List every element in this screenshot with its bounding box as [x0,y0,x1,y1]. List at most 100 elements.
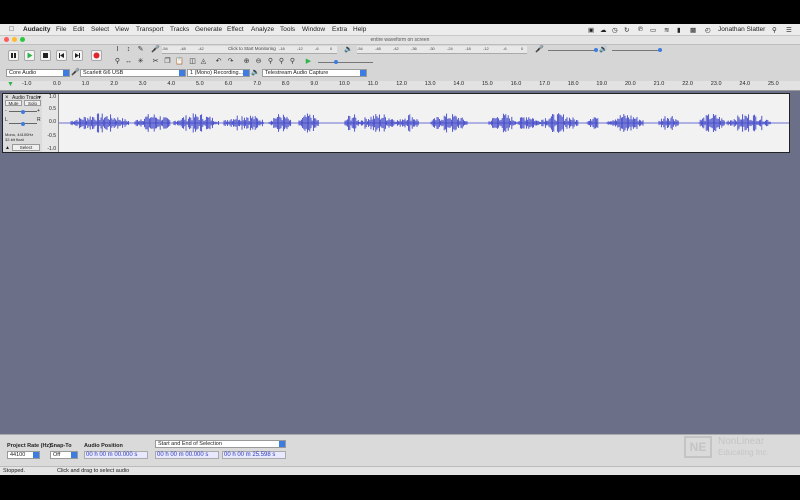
scale-label: 0.5 [49,106,56,112]
recording-channels-select[interactable]: 1 (Mono) Recording... [187,69,250,77]
menu-list-icon[interactable]: ☰ [786,26,792,34]
mute-button[interactable]: Mute [5,100,22,106]
gain-slider[interactable] [9,109,37,114]
time-shift-tool-icon[interactable]: ↔ [124,57,133,66]
play-tick: -18 [465,46,471,51]
menu-tracks[interactable]: Tracks [170,26,189,33]
menu-view[interactable]: View [115,26,129,33]
menu-help[interactable]: Help [353,26,366,33]
apple-icon[interactable]:  [9,26,14,33]
audio-position-label: Audio Position [84,443,123,449]
gain-thumb[interactable] [21,109,25,114]
vertical-scale[interactable]: 1.0 0.5 0.0 -0.5 -1.0 [42,94,59,152]
skip-to-start-button[interactable] [56,50,67,61]
record-meter[interactable]: -54 -48 -42 Click to Start Monitoring -1… [162,46,337,54]
chevron-down-icon [63,70,69,76]
ruler-tick-label: 8.0 [281,81,290,87]
menu-generate[interactable]: Generate [195,26,222,33]
pan-slider[interactable] [9,121,37,126]
play-speed-slider[interactable] [318,60,373,64]
user-name[interactable]: Jonathan Slatter [718,26,765,33]
zoom-in-icon[interactable]: ⊕ [242,57,251,66]
pan-thumb[interactable] [21,121,25,126]
fit-project-icon[interactable]: ⚲ [277,57,286,66]
selection-mode-select[interactable]: Start and End of Selection [155,440,286,448]
wifi-icon[interactable]: ≋ [664,26,669,34]
waveform-display[interactable] [59,94,789,152]
copy-icon[interactable]: ❐ [163,57,172,66]
zoom-toggle-icon[interactable]: ⚲ [288,57,297,66]
cloud-icon[interactable]: ☁ [600,26,607,34]
play-button[interactable] [24,50,35,61]
sync-icon[interactable]: ↻ [624,26,629,34]
cut-icon[interactable]: ✂ [151,57,160,66]
menu-select[interactable]: Select [91,26,109,33]
selection-start-field[interactable]: 00 h 00 m 00.000 s [155,451,219,459]
audio-position-field[interactable]: 00 h 00 m 00.000 s [84,451,148,459]
zoom-tool-icon[interactable]: ⚲ [113,57,122,66]
menu-app-name[interactable]: Audacity [23,26,50,33]
ruler-tick-label: 9.0 [310,81,319,87]
playback-device-value: Telestream Audio Capture [265,70,329,76]
playback-device-select[interactable]: Telestream Audio Capture [262,69,367,77]
trim-icon[interactable]: ◫ [188,57,197,66]
menu-edit[interactable]: Edit [73,26,84,33]
pause-button[interactable] [8,50,19,61]
play-at-speed-icon[interactable]: ▶ [304,57,313,66]
monitor-label[interactable]: Click to Start Monitoring [228,46,276,51]
menu-tools[interactable]: Tools [280,26,295,33]
input-volume-slider[interactable] [548,48,598,52]
recording-device-select[interactable]: Scarlett 6i6 USB [80,69,186,77]
silence-icon[interactable]: ◬ [199,57,208,66]
clock-icon[interactable]: ◷ [612,26,618,34]
project-rate-select[interactable]: 44100 [7,451,40,459]
draw-tool-icon[interactable]: ✎ [136,45,145,54]
menu-file[interactable]: File [56,26,66,33]
skip-to-end-button[interactable] [72,50,83,61]
playback-meter[interactable]: -54 -48 -42 -36 -30 -24 -18 -12 -6 0 [357,46,527,54]
menu-window[interactable]: Window [302,26,325,33]
play-tick: -6 [503,46,507,51]
display-icon[interactable]: ▩ [690,26,696,34]
output-volume-thumb[interactable] [658,48,662,52]
audio-host-select[interactable]: Core Audio [6,69,70,77]
battery-icon[interactable]: ▮ [677,26,681,34]
timeline-options-icon[interactable]: ▼ [7,81,14,88]
audio-track[interactable]: × Audio Track ▼ Mute Solo - + L R Mono, … [2,93,790,153]
selection-tool-icon[interactable]: I [113,45,122,54]
collapse-track-icon[interactable]: ▲ [5,145,10,151]
undo-icon[interactable]: ↶ [214,57,223,66]
clock-menu-icon[interactable]: ◴ [705,26,711,34]
timeline-ruler[interactable]: ▼ -1.0 0.0 1.0 2.0 3.0 4.0 5.0 6.0 7.0 8.0 9.0 10.0… [0,81,800,91]
spotlight-icon[interactable]: ⚲ [772,26,777,34]
redo-icon[interactable]: ↷ [226,57,235,66]
ruler-tick-label: 3.0 [138,81,147,87]
record-button[interactable] [91,50,102,61]
envelope-tool-icon[interactable]: ↕ [124,45,133,54]
stop-button[interactable] [40,50,51,61]
selection-end-field[interactable]: 00 h 00 m 25.598 s [222,451,286,459]
menu-extra[interactable]: Extra [332,26,347,33]
zoom-out-icon[interactable]: ⊖ [254,57,263,66]
screen-record-icon[interactable]: ▣ [588,26,594,34]
output-volume-slider[interactable] [612,48,662,52]
solo-button[interactable]: Solo [24,100,41,106]
logo-mark: NE [684,436,712,458]
fit-selection-icon[interactable]: ⚲ [266,57,275,66]
track-area[interactable]: × Audio Track ▼ Mute Solo - + L R Mono, … [0,91,800,471]
airplay-icon[interactable]: ▭ [650,26,656,34]
snap-to-select[interactable]: Off [50,451,78,459]
scale-label: 0.0 [49,119,56,125]
menu-transport[interactable]: Transport [136,26,164,33]
menu-effect[interactable]: Effect [227,26,244,33]
ruler-tick-label: 16.0 [510,81,522,87]
play-speed-thumb[interactable] [334,60,338,64]
menu-analyze[interactable]: Analyze [251,26,274,33]
status-hint: Click and drag to select audio [57,468,130,474]
multi-tool-icon[interactable]: ✳ [136,57,145,66]
recording-device-value: Scarlett 6i6 USB [83,70,124,76]
select-track-button[interactable]: Select [12,144,40,151]
bluetooth-icon[interactable]: ℗ [638,26,643,33]
input-volume-thumb[interactable] [594,48,598,52]
paste-icon[interactable]: 📋 [175,57,184,66]
